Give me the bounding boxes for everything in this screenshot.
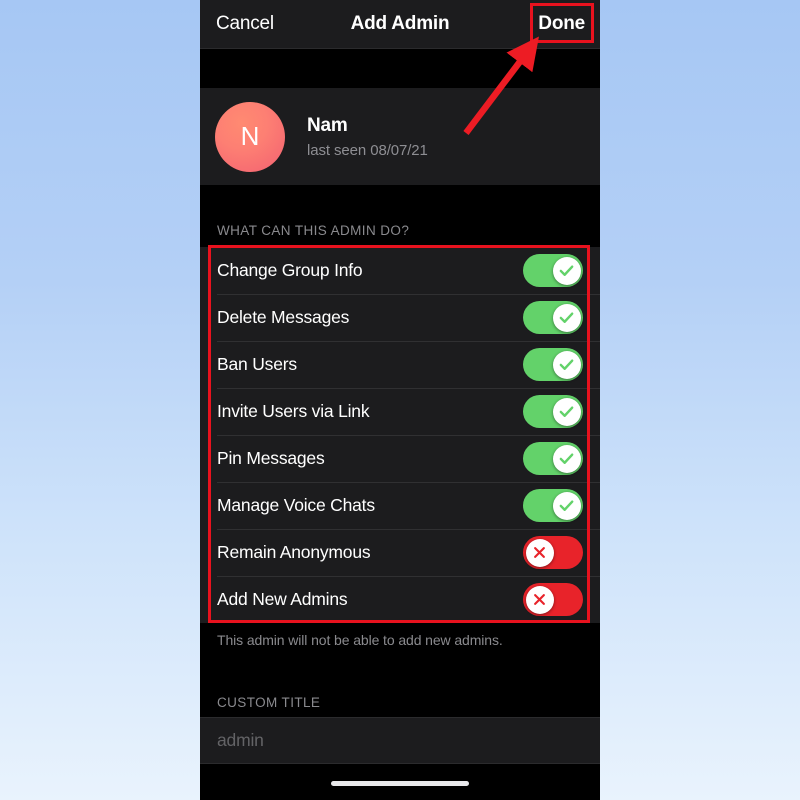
permission-row[interactable]: Delete Messages bbox=[200, 294, 600, 341]
permission-row[interactable]: Change Group Info bbox=[200, 247, 600, 294]
permission-label: Delete Messages bbox=[217, 307, 350, 327]
permission-toggle[interactable] bbox=[523, 536, 583, 569]
permissions-footer-note-label: This admin will not be able to add new a… bbox=[217, 632, 503, 648]
custom-title-row[interactable] bbox=[200, 717, 600, 764]
permission-toggle[interactable] bbox=[523, 395, 583, 428]
admin-profile-card[interactable]: N Nam last seen 08/07/21 bbox=[200, 88, 600, 185]
profile-last-seen: last seen 08/07/21 bbox=[307, 141, 428, 159]
profile-name: Nam bbox=[307, 114, 348, 136]
permissions-footer-note: This admin will not be able to add new a… bbox=[200, 623, 600, 685]
permission-toggle[interactable] bbox=[523, 348, 583, 381]
permission-label: Manage Voice Chats bbox=[217, 495, 375, 515]
permission-label: Pin Messages bbox=[217, 448, 325, 468]
permission-toggle[interactable] bbox=[523, 301, 583, 334]
permission-label: Add New Admins bbox=[217, 589, 348, 609]
check-icon bbox=[552, 444, 581, 473]
home-indicator-area bbox=[200, 764, 600, 800]
custom-title-section-header-label: CUSTOM TITLE bbox=[217, 695, 321, 710]
permissions-section-header-label: WHAT CAN THIS ADMIN DO? bbox=[217, 223, 410, 238]
permission-label: Remain Anonymous bbox=[217, 542, 371, 562]
permission-row[interactable]: Ban Users bbox=[200, 341, 600, 388]
permission-row[interactable]: Invite Users via Link bbox=[200, 388, 600, 435]
avatar-initial: N bbox=[240, 121, 260, 151]
done-button[interactable]: Done bbox=[538, 13, 585, 35]
home-indicator bbox=[331, 781, 469, 786]
permission-row[interactable]: Remain Anonymous bbox=[200, 529, 600, 576]
permission-row[interactable]: Add New Admins bbox=[200, 576, 600, 623]
permission-toggle[interactable] bbox=[523, 442, 583, 475]
nav-spacer bbox=[200, 49, 600, 88]
permission-row[interactable]: Manage Voice Chats bbox=[200, 482, 600, 529]
permission-toggle[interactable] bbox=[523, 583, 583, 616]
permission-row[interactable]: Pin Messages bbox=[200, 435, 600, 482]
cancel-button[interactable]: Cancel bbox=[216, 13, 274, 35]
check-icon bbox=[552, 256, 581, 285]
profile-text-block: Nam last seen 08/07/21 bbox=[307, 114, 428, 160]
navigation-bar: Cancel Add Admin Done bbox=[200, 0, 600, 49]
check-icon bbox=[552, 350, 581, 379]
check-icon bbox=[552, 303, 581, 332]
permissions-section-header: WHAT CAN THIS ADMIN DO? bbox=[200, 185, 600, 247]
avatar: N bbox=[215, 101, 285, 172]
check-icon bbox=[552, 397, 581, 426]
permission-label: Invite Users via Link bbox=[217, 401, 370, 421]
phone-screen: Cancel Add Admin Done N Nam last seen 08… bbox=[200, 0, 600, 800]
permission-label: Change Group Info bbox=[217, 260, 363, 280]
custom-title-section-header: CUSTOM TITLE bbox=[200, 685, 600, 717]
close-icon bbox=[525, 585, 554, 614]
permission-label: Ban Users bbox=[217, 354, 297, 374]
custom-title-input[interactable] bbox=[217, 730, 600, 751]
permission-toggle[interactable] bbox=[523, 489, 583, 522]
permission-toggle[interactable] bbox=[523, 254, 583, 287]
check-icon bbox=[552, 491, 581, 520]
close-icon bbox=[525, 538, 554, 567]
permissions-list: Change Group Info Delete Messages Ban User… bbox=[200, 247, 600, 623]
